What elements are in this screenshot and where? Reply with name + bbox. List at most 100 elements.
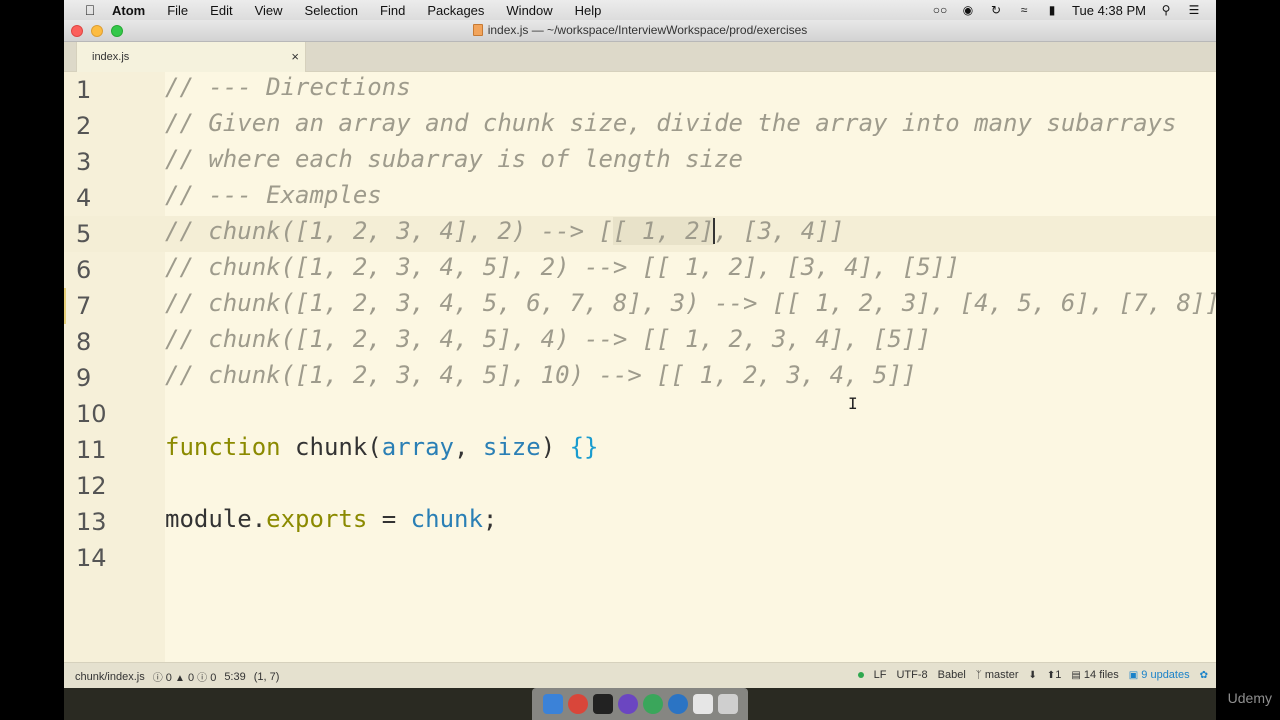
updates-count: 9 updates bbox=[1141, 669, 1190, 681]
glasses-icon[interactable]: ○○ bbox=[932, 3, 948, 17]
menu-app-atom[interactable]: Atom bbox=[112, 3, 145, 18]
trash-icon[interactable] bbox=[717, 694, 738, 714]
chrome-icon[interactable] bbox=[567, 694, 588, 714]
code-line[interactable]: 11 function chunk(array, size) {} bbox=[64, 432, 1216, 468]
selection-count[interactable]: (1, 7) bbox=[254, 671, 280, 683]
menu-file[interactable]: File bbox=[167, 3, 188, 18]
punct-token: ) bbox=[540, 433, 570, 461]
menu-window[interactable]: Window bbox=[506, 3, 552, 18]
quicktime-icon[interactable] bbox=[667, 694, 688, 714]
window-title-bar: index.js — ~/workspace/InterviewWorkspac… bbox=[64, 20, 1216, 42]
comment-part: , [3, 4]] bbox=[714, 217, 845, 245]
line-number: 8 bbox=[76, 328, 92, 356]
window-title-text: index.js — ~/workspace/InterviewWorkspac… bbox=[487, 23, 808, 37]
git-branch-icon: ᛉ bbox=[975, 670, 982, 681]
squirrel-icon[interactable]: ✿ bbox=[1200, 670, 1208, 681]
comment-part: // chunk([1, 2, 3, 4], 2) --> [ bbox=[165, 217, 613, 245]
menubar-clock[interactable]: Tue 4:38 PM bbox=[1072, 3, 1146, 18]
code-line[interactable]: 13 module.exports = chunk; bbox=[64, 504, 1216, 540]
atom-icon[interactable] bbox=[617, 694, 638, 714]
comment-token: // chunk([1, 2, 3, 4, 5], 4) --> [[ 1, 2… bbox=[165, 325, 931, 353]
code-line-active[interactable]: 5 // chunk([1, 2, 3, 4], 2) --> [[ 1, 2]… bbox=[64, 216, 1216, 252]
line-number: 2 bbox=[76, 112, 92, 140]
code-text: // Given an array and chunk size, divide… bbox=[165, 109, 1176, 137]
file-icon: ▤ bbox=[1071, 670, 1081, 681]
code-line[interactable]: 8 // chunk([1, 2, 3, 4, 5], 4) --> [[ 1,… bbox=[64, 324, 1216, 360]
code-editor[interactable]: 1 // --- Directions 2 // Given an array … bbox=[64, 72, 1216, 662]
line-number: 7 bbox=[76, 292, 92, 320]
battery-icon[interactable]: ▮ bbox=[1044, 3, 1060, 17]
comment-token: // where each subarray is of length size bbox=[165, 145, 743, 173]
line-ending[interactable]: LF bbox=[874, 669, 887, 681]
tab-label: index.js bbox=[92, 51, 130, 63]
record-stop-icon[interactable]: ◉ bbox=[960, 3, 976, 17]
comment-token: // chunk([1, 2, 3, 4], 2) --> [[ 1, 2], … bbox=[165, 217, 844, 245]
tab-index-js[interactable]: index.js × bbox=[76, 42, 306, 72]
menu-find[interactable]: Find bbox=[380, 3, 405, 18]
dock bbox=[532, 688, 748, 720]
code-line[interactable]: 4 // --- Examples bbox=[64, 180, 1216, 216]
property-token: exports bbox=[266, 505, 368, 533]
comment-token: // chunk([1, 2, 3, 4, 5], 10) --> [[ 1, … bbox=[165, 361, 917, 389]
cursor-position[interactable]: 5:39 bbox=[224, 671, 245, 683]
warning-icon: ▲ bbox=[174, 673, 185, 684]
tab-bar: index.js × bbox=[64, 42, 1216, 72]
arrow-up-icon: ⬆ bbox=[1046, 670, 1056, 681]
github-files[interactable]: ▤ 14 files bbox=[1071, 669, 1118, 681]
info-icon: ⓘ bbox=[197, 673, 208, 684]
files-count: 14 files bbox=[1083, 669, 1119, 681]
code-line[interactable]: 9 // chunk([1, 2, 3, 4, 5], 10) --> [[ 1… bbox=[64, 360, 1216, 396]
menu-bar:  Atom File Edit View Selection Find Pac… bbox=[64, 0, 1216, 20]
line-number: 13 bbox=[76, 508, 107, 536]
code-text: module.exports = chunk; bbox=[165, 505, 497, 533]
status-file-path[interactable]: chunk/index.js bbox=[75, 671, 145, 683]
code-line[interactable]: 1 // --- Directions bbox=[64, 72, 1216, 108]
git-fetch-icon[interactable]: ⬇ bbox=[1028, 670, 1036, 681]
documents-icon[interactable] bbox=[692, 694, 713, 714]
code-line[interactable]: 3 // where each subarray is of length si… bbox=[64, 144, 1216, 180]
code-line[interactable]: 2 // Given an array and chunk size, divi… bbox=[64, 108, 1216, 144]
status-ok-dot-icon bbox=[857, 672, 864, 678]
git-branch[interactable]: ᛉ master bbox=[976, 669, 1019, 681]
code-text: // chunk([1, 2, 3, 4, 5, 6, 7, 8], 3) --… bbox=[165, 289, 1216, 317]
menu-packages[interactable]: Packages bbox=[427, 3, 484, 18]
git-modified-marker bbox=[64, 288, 66, 324]
finder-icon[interactable] bbox=[542, 694, 563, 714]
code-line[interactable]: 7 // chunk([1, 2, 3, 4, 5, 6, 7, 8], 3) … bbox=[64, 288, 1216, 324]
comment-token: // chunk([1, 2, 3, 4, 5, 6, 7, 8], 3) --… bbox=[165, 289, 1216, 317]
menu-selection[interactable]: Selection bbox=[305, 3, 358, 18]
notification-center-icon[interactable]: ☰ bbox=[1186, 3, 1202, 17]
menu-edit[interactable]: Edit bbox=[210, 3, 232, 18]
code-line[interactable]: 6 // chunk([1, 2, 3, 4, 5], 2) --> [[ 1,… bbox=[64, 252, 1216, 288]
code-line[interactable]: 14 bbox=[64, 540, 1216, 576]
line-number: 1 bbox=[76, 76, 92, 104]
terminal-icon[interactable] bbox=[592, 694, 613, 714]
linter-summary[interactable]: ⓘ 0 ▲ 0 ⓘ 0 bbox=[153, 669, 217, 684]
menu-view[interactable]: View bbox=[255, 3, 283, 18]
code-line[interactable]: 10 bbox=[64, 396, 1216, 432]
param-token: size bbox=[482, 433, 541, 461]
menu-help[interactable]: Help bbox=[575, 3, 602, 18]
error-count: 0 bbox=[165, 672, 172, 684]
git-ahead[interactable]: ⬆1 bbox=[1047, 669, 1062, 681]
time-machine-icon[interactable]: ↻ bbox=[988, 3, 1004, 17]
code-text: // chunk([1, 2, 3, 4, 5], 2) --> [[ 1, 2… bbox=[165, 253, 960, 281]
code-line[interactable]: 12 bbox=[64, 468, 1216, 504]
line-number: 3 bbox=[76, 148, 92, 176]
code-text: // where each subarray is of length size bbox=[165, 145, 743, 173]
wifi-icon[interactable]: ≈ bbox=[1016, 3, 1032, 17]
comment-token: // --- Examples bbox=[165, 181, 382, 209]
line-number: 11 bbox=[76, 436, 107, 464]
apple-icon[interactable]:  bbox=[82, 2, 98, 18]
line-number: 6 bbox=[76, 256, 92, 284]
line-number: 4 bbox=[76, 184, 92, 212]
spotlight-search-icon[interactable]: ⚲ bbox=[1158, 3, 1174, 17]
package-updates[interactable]: ▣ 9 updates bbox=[1129, 669, 1190, 681]
tab-close-icon[interactable]: × bbox=[291, 49, 299, 64]
comment-token: // Given an array and chunk size, divide… bbox=[165, 109, 1177, 137]
grammar-selector[interactable]: Babel bbox=[938, 669, 966, 681]
line-number: 10 bbox=[76, 400, 107, 428]
file-encoding[interactable]: UTF-8 bbox=[896, 669, 927, 681]
operator-token: = bbox=[367, 505, 411, 533]
app-green-icon[interactable] bbox=[642, 694, 663, 714]
